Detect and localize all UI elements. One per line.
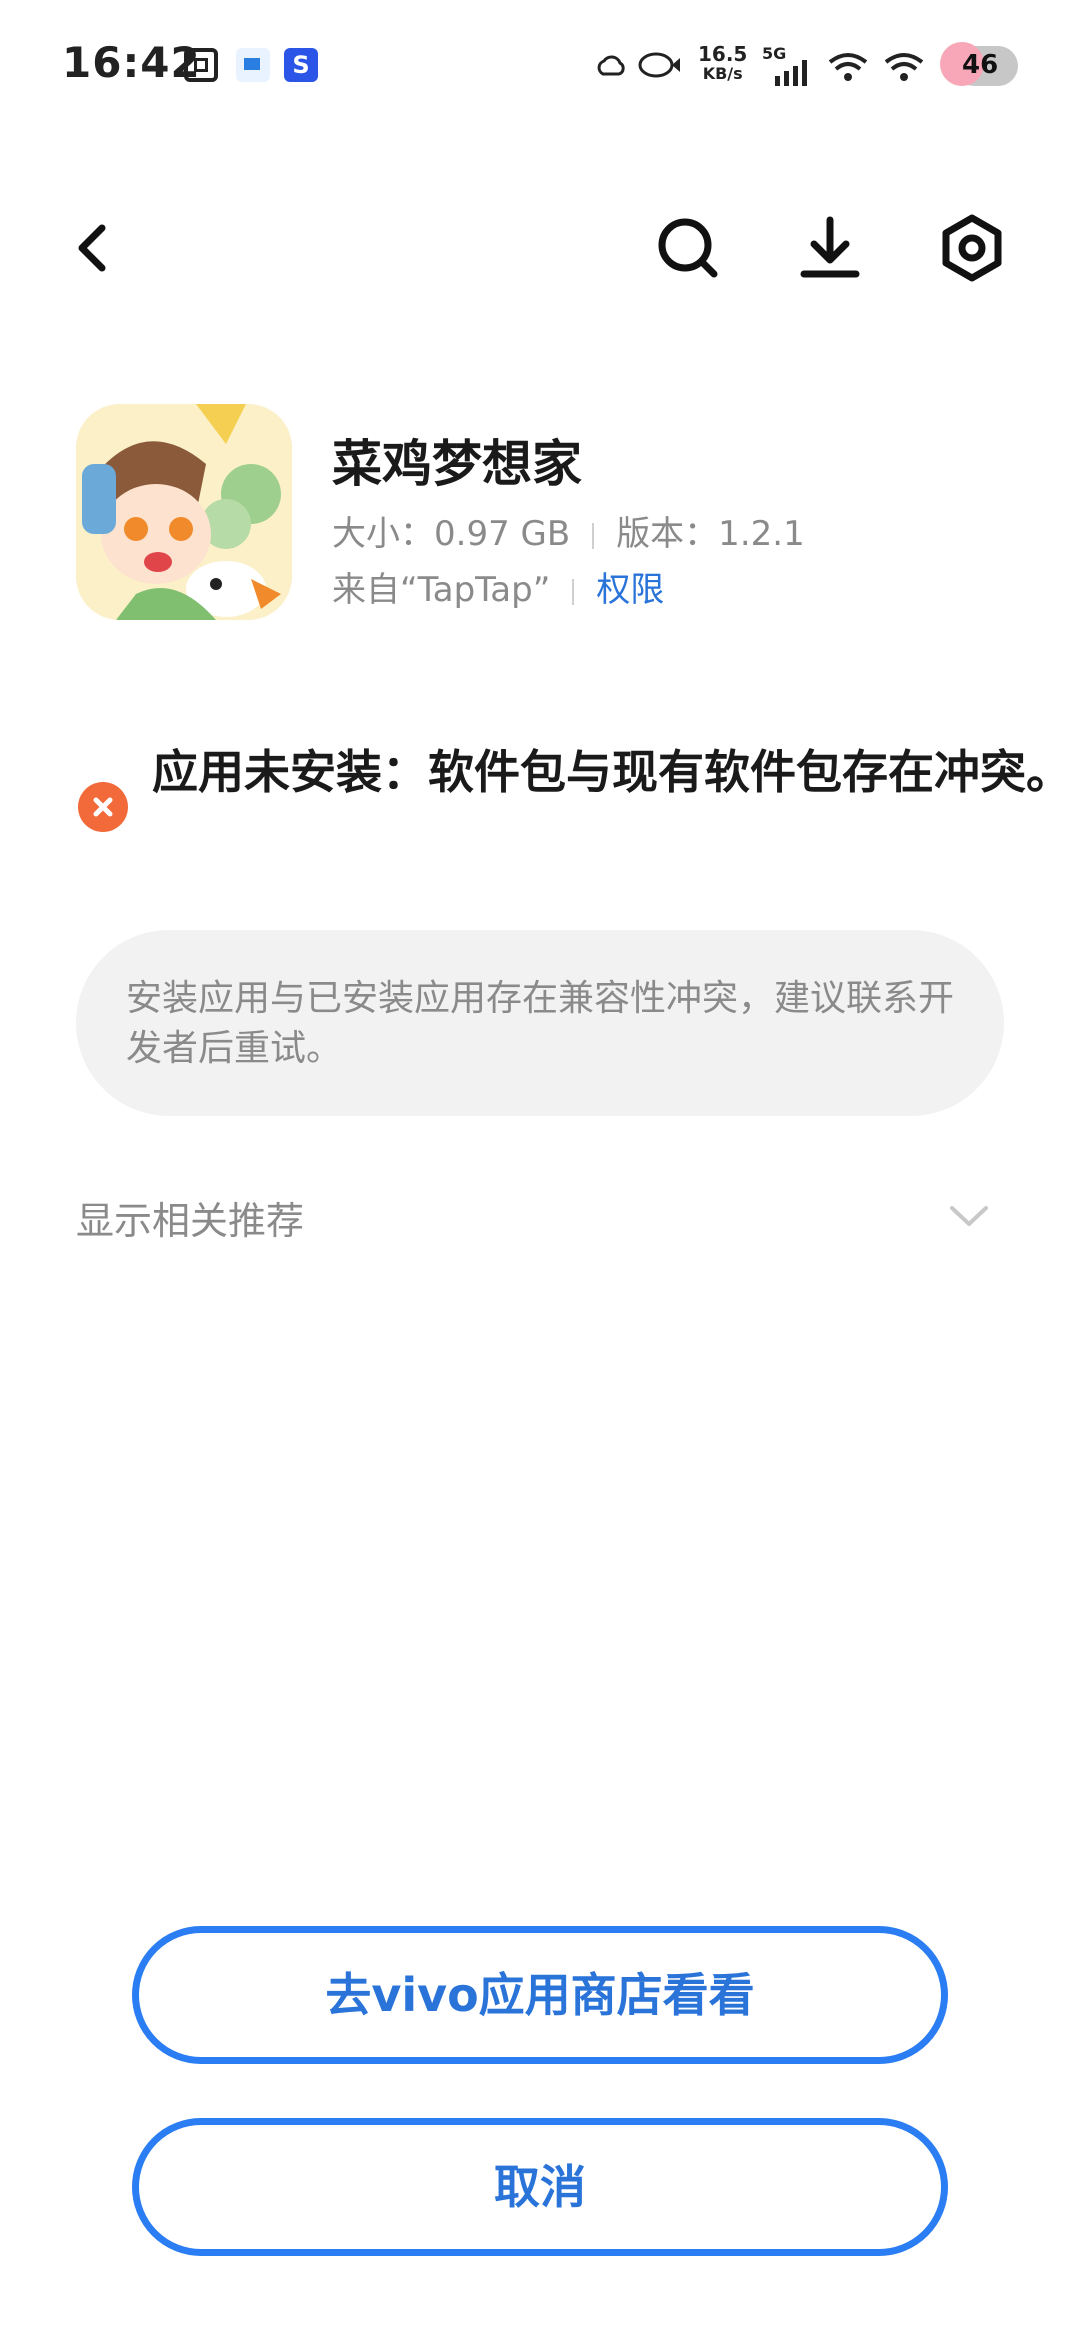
signal-icon — [775, 60, 807, 86]
download-button[interactable] — [790, 208, 870, 288]
info-text: 安装应用与已安装应用存在兼容性冲突，建议联系开发者后重试。 — [126, 978, 955, 1069]
app-size: 大小：0.97 GB — [332, 514, 571, 554]
notification-app-icon — [184, 48, 218, 82]
app-version: 版本：1.2.1 — [616, 514, 805, 554]
settings-button[interactable] — [932, 208, 1012, 288]
status-bar: 16:42 16.5 KB/s 5G 46 — [0, 0, 1080, 140]
info-box: 安装应用与已安装应用存在兼容性冲突，建议联系开发者后重试。 — [76, 930, 1004, 1116]
chevron-down-icon[interactable] — [944, 1196, 994, 1236]
download-icon — [800, 216, 860, 278]
vpn-icon — [638, 52, 680, 78]
error-message: 应用未安装：软件包与现有软件包存在冲突。 — [152, 745, 1072, 799]
search-icon — [658, 218, 718, 278]
cancel-button[interactable]: 取消 — [132, 2118, 948, 2256]
status-time: 16:42 — [62, 38, 201, 87]
error-close-icon — [78, 782, 128, 832]
back-button[interactable] — [56, 208, 136, 288]
app-name: 菜鸡梦想家 — [332, 435, 582, 493]
battery-indicator: 46 — [940, 38, 1018, 90]
cloud-status-icon — [597, 55, 625, 76]
divider — [572, 578, 575, 605]
permissions-link[interactable]: 权限 — [596, 570, 664, 610]
app-source: 来自“TapTap” — [332, 570, 551, 610]
app-source-row: 来自“TapTap” 权限 — [332, 562, 664, 611]
settings-icon — [942, 214, 1002, 282]
app-illustration-icon — [76, 404, 292, 620]
app-meta-row: 大小：0.97 GB 版本：1.2.1 — [332, 506, 805, 555]
open-vivo-store-button[interactable]: 去vivo应用商店看看 — [132, 1926, 948, 2064]
wifi-icon — [828, 53, 868, 81]
notification-app-icon — [236, 48, 270, 82]
app-icon — [76, 404, 292, 620]
network-speed: 16.5 KB/s — [698, 42, 748, 83]
back-arrow-icon — [78, 224, 106, 272]
show-related-recommendations[interactable]: 显示相关推荐 — [76, 1190, 304, 1245]
search-button[interactable] — [648, 208, 728, 288]
hotspot-wifi-icon — [884, 53, 924, 81]
divider — [592, 522, 595, 549]
notification-app-icon — [284, 48, 318, 82]
